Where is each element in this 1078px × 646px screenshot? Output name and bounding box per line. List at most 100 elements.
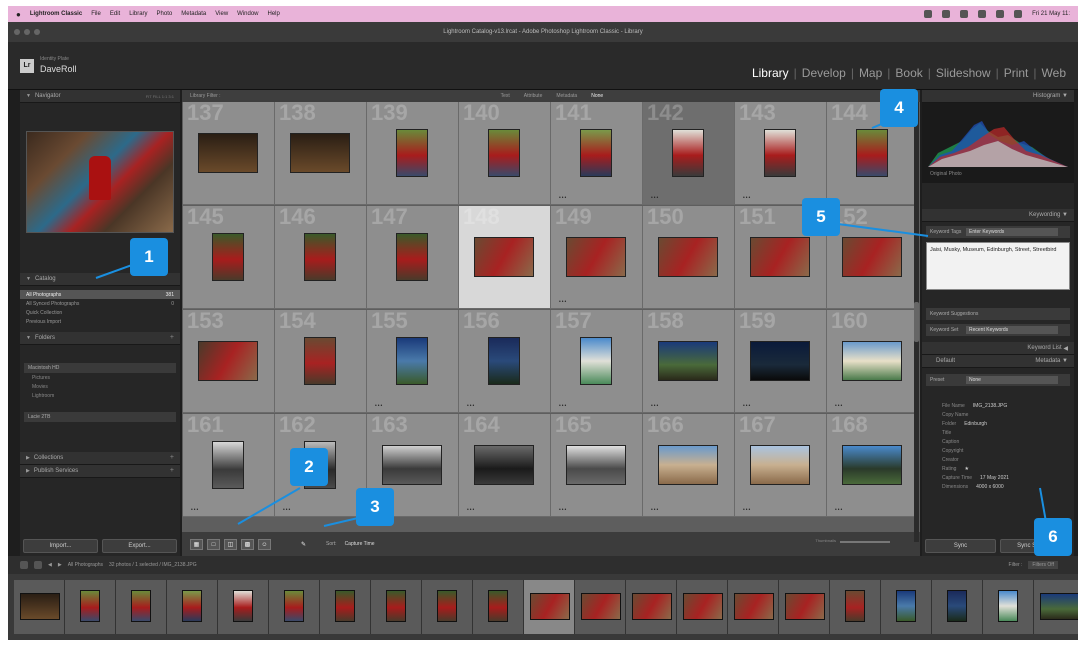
grid-cell[interactable]: 165 ••• bbox=[551, 412, 643, 517]
photo-thumbnail[interactable] bbox=[304, 233, 336, 281]
metadata-field-value[interactable]: 17 May 2021 bbox=[980, 475, 1009, 481]
close-button[interactable] bbox=[14, 29, 20, 35]
grid-cell[interactable]: 139 bbox=[367, 102, 459, 205]
metadata-field-row[interactable]: Copyright bbox=[922, 447, 1074, 456]
filmstrip-cell[interactable] bbox=[626, 580, 677, 634]
painter-icon[interactable]: ✎ bbox=[297, 538, 310, 550]
grid-cell[interactable]: 155 ••• bbox=[367, 308, 459, 413]
filmstrip-thumbnail[interactable] bbox=[131, 590, 151, 622]
filmstrip-cell[interactable] bbox=[779, 580, 830, 634]
folder-row[interactable]: Lightroom bbox=[20, 391, 180, 400]
grid-cell[interactable]: 164 ••• bbox=[459, 412, 551, 517]
photo-thumbnail[interactable] bbox=[396, 337, 428, 385]
metadata-field-row[interactable]: Folder Edinburgh bbox=[922, 420, 1074, 429]
navigator-zoom-options[interactable]: FIT FILL 1:1 3:1 bbox=[146, 94, 174, 99]
filmstrip-cell[interactable] bbox=[524, 580, 575, 634]
status-icon[interactable] bbox=[960, 10, 969, 18]
filmstrip-cell[interactable] bbox=[167, 580, 218, 634]
photo-thumbnail[interactable] bbox=[658, 341, 718, 381]
menu-app-name[interactable]: Lightroom Classic bbox=[30, 11, 82, 17]
histogram-header[interactable]: Histogram ▼ bbox=[922, 90, 1074, 103]
filmstrip-thumbnail[interactable] bbox=[335, 590, 355, 622]
photo-thumbnail[interactable] bbox=[842, 237, 902, 277]
photo-thumbnail[interactable] bbox=[658, 445, 718, 485]
grid-cell[interactable]: 166 ••• bbox=[643, 412, 735, 517]
grid-cell[interactable]: 143 ••• bbox=[735, 102, 827, 205]
grid-cell[interactable]: 168 ••• bbox=[827, 412, 919, 517]
grid-cell[interactable]: 158 ••• bbox=[643, 308, 735, 413]
metadata-field-row[interactable]: Dimensions 4000 x 6000 bbox=[922, 483, 1074, 492]
filmstrip-thumbnail[interactable] bbox=[947, 590, 967, 622]
photo-thumbnail[interactable] bbox=[750, 341, 810, 381]
filmstrip-cell[interactable] bbox=[14, 580, 65, 634]
photo-thumbnail[interactable] bbox=[856, 129, 888, 177]
survey-view-button[interactable]: ▩ bbox=[241, 538, 254, 550]
catalog-item-all-photographs[interactable]: All Photographs 381 bbox=[20, 290, 180, 299]
keyword-tags-dropdown[interactable]: Enter Keywords bbox=[966, 228, 1058, 236]
folder-row[interactable]: Pictures bbox=[20, 373, 180, 382]
photo-thumbnail[interactable] bbox=[580, 129, 612, 177]
collections-header[interactable]: ▶ Collections + bbox=[20, 452, 180, 465]
keywords-textarea[interactable]: Jaisi, Musky, Museum, Edinburgh, Street,… bbox=[926, 242, 1070, 290]
filmstrip-cell[interactable] bbox=[473, 580, 524, 634]
filmstrip-thumbnail[interactable] bbox=[683, 593, 723, 620]
metadata-preset-dropdown[interactable]: Default bbox=[922, 358, 955, 364]
sync-metadata-button[interactable]: Sync bbox=[925, 539, 996, 553]
filmstrip-thumbnail[interactable] bbox=[386, 590, 406, 622]
metadata-field-row[interactable]: Creator bbox=[922, 456, 1074, 465]
metadata-field-value[interactable]: IMG_2138.JPG bbox=[973, 403, 1007, 409]
photo-thumbnail[interactable] bbox=[566, 237, 626, 277]
import-button[interactable]: Import... bbox=[23, 539, 98, 553]
module-slideshow[interactable]: Slideshow bbox=[936, 66, 991, 80]
menu-edit[interactable]: Edit bbox=[110, 11, 120, 17]
filter-tab-attribute[interactable]: Attribute bbox=[524, 93, 543, 99]
photo-thumbnail[interactable] bbox=[488, 337, 520, 385]
filter-tab-text[interactable]: Text bbox=[501, 93, 510, 99]
menu-view[interactable]: View bbox=[215, 11, 228, 17]
filmstrip-cell[interactable] bbox=[677, 580, 728, 634]
filmstrip-cell[interactable] bbox=[116, 580, 167, 634]
keyword-set-dropdown[interactable]: Recent Keywords bbox=[966, 326, 1058, 334]
filmstrip-thumbnail[interactable] bbox=[182, 590, 202, 622]
filmstrip-cell[interactable] bbox=[1034, 580, 1078, 634]
grid-cell[interactable]: 146 bbox=[275, 204, 367, 309]
grid-cell[interactable]: 153 bbox=[183, 308, 275, 413]
grid-view-button[interactable]: ▦ bbox=[190, 538, 203, 550]
filmstrip-thumbnail[interactable] bbox=[233, 590, 253, 622]
zoom-button[interactable] bbox=[34, 29, 40, 35]
metadata-field-row[interactable]: Rating ★ bbox=[922, 465, 1074, 474]
module-web[interactable]: Web bbox=[1042, 66, 1066, 80]
sort-dropdown[interactable]: Capture Time bbox=[345, 541, 375, 547]
filmstrip-filter-dropdown[interactable]: Filters Off bbox=[1028, 561, 1058, 569]
metadata-field-row[interactable]: File Name IMG_2138.JPG bbox=[922, 402, 1074, 411]
apple-icon[interactable]: ● bbox=[16, 10, 21, 19]
clock[interactable]: Fri 21 May 11: bbox=[1032, 11, 1070, 17]
filmstrip-thumbnail[interactable] bbox=[284, 590, 304, 622]
filmstrip-thumbnail[interactable] bbox=[998, 590, 1018, 622]
filmstrip-cell[interactable] bbox=[422, 580, 473, 634]
menu-library[interactable]: Library bbox=[129, 11, 147, 17]
metadata-field-value[interactable]: ★ bbox=[964, 466, 968, 472]
filmstrip-cell[interactable] bbox=[65, 580, 116, 634]
disclosure-triangle-icon[interactable]: ▼ bbox=[26, 335, 31, 341]
module-library[interactable]: Library bbox=[752, 66, 789, 80]
second-window-icon[interactable] bbox=[20, 561, 28, 569]
grid-cell[interactable]: 150 bbox=[643, 204, 735, 309]
grid-cell[interactable]: 140 bbox=[459, 102, 551, 205]
grid-cell[interactable]: 156 ••• bbox=[459, 308, 551, 413]
navigator-preview-image[interactable] bbox=[26, 131, 174, 233]
add-collection-icon[interactable]: + bbox=[170, 454, 174, 461]
disclosure-triangle-icon[interactable]: ▼ bbox=[26, 276, 31, 282]
disclosure-triangle-icon[interactable]: ▶ bbox=[26, 468, 30, 474]
scrollbar-thumb[interactable] bbox=[914, 302, 919, 342]
grid-cell[interactable]: 154 bbox=[275, 308, 367, 413]
catalog-item-quick-collection[interactable]: Quick Collection bbox=[20, 308, 180, 317]
grid-scrollbar[interactable] bbox=[914, 102, 919, 542]
keywording-header[interactable]: Keywording ▼ bbox=[922, 209, 1074, 222]
grid-cell[interactable]: 160 ••• bbox=[827, 308, 919, 413]
status-icon[interactable] bbox=[924, 10, 933, 18]
filmstrip-cell[interactable] bbox=[575, 580, 626, 634]
catalog-item-previous-import[interactable]: Previous Import bbox=[20, 317, 180, 326]
photo-thumbnail[interactable] bbox=[488, 129, 520, 177]
keyword-list-header[interactable]: Keyword List ◀ bbox=[922, 342, 1074, 355]
